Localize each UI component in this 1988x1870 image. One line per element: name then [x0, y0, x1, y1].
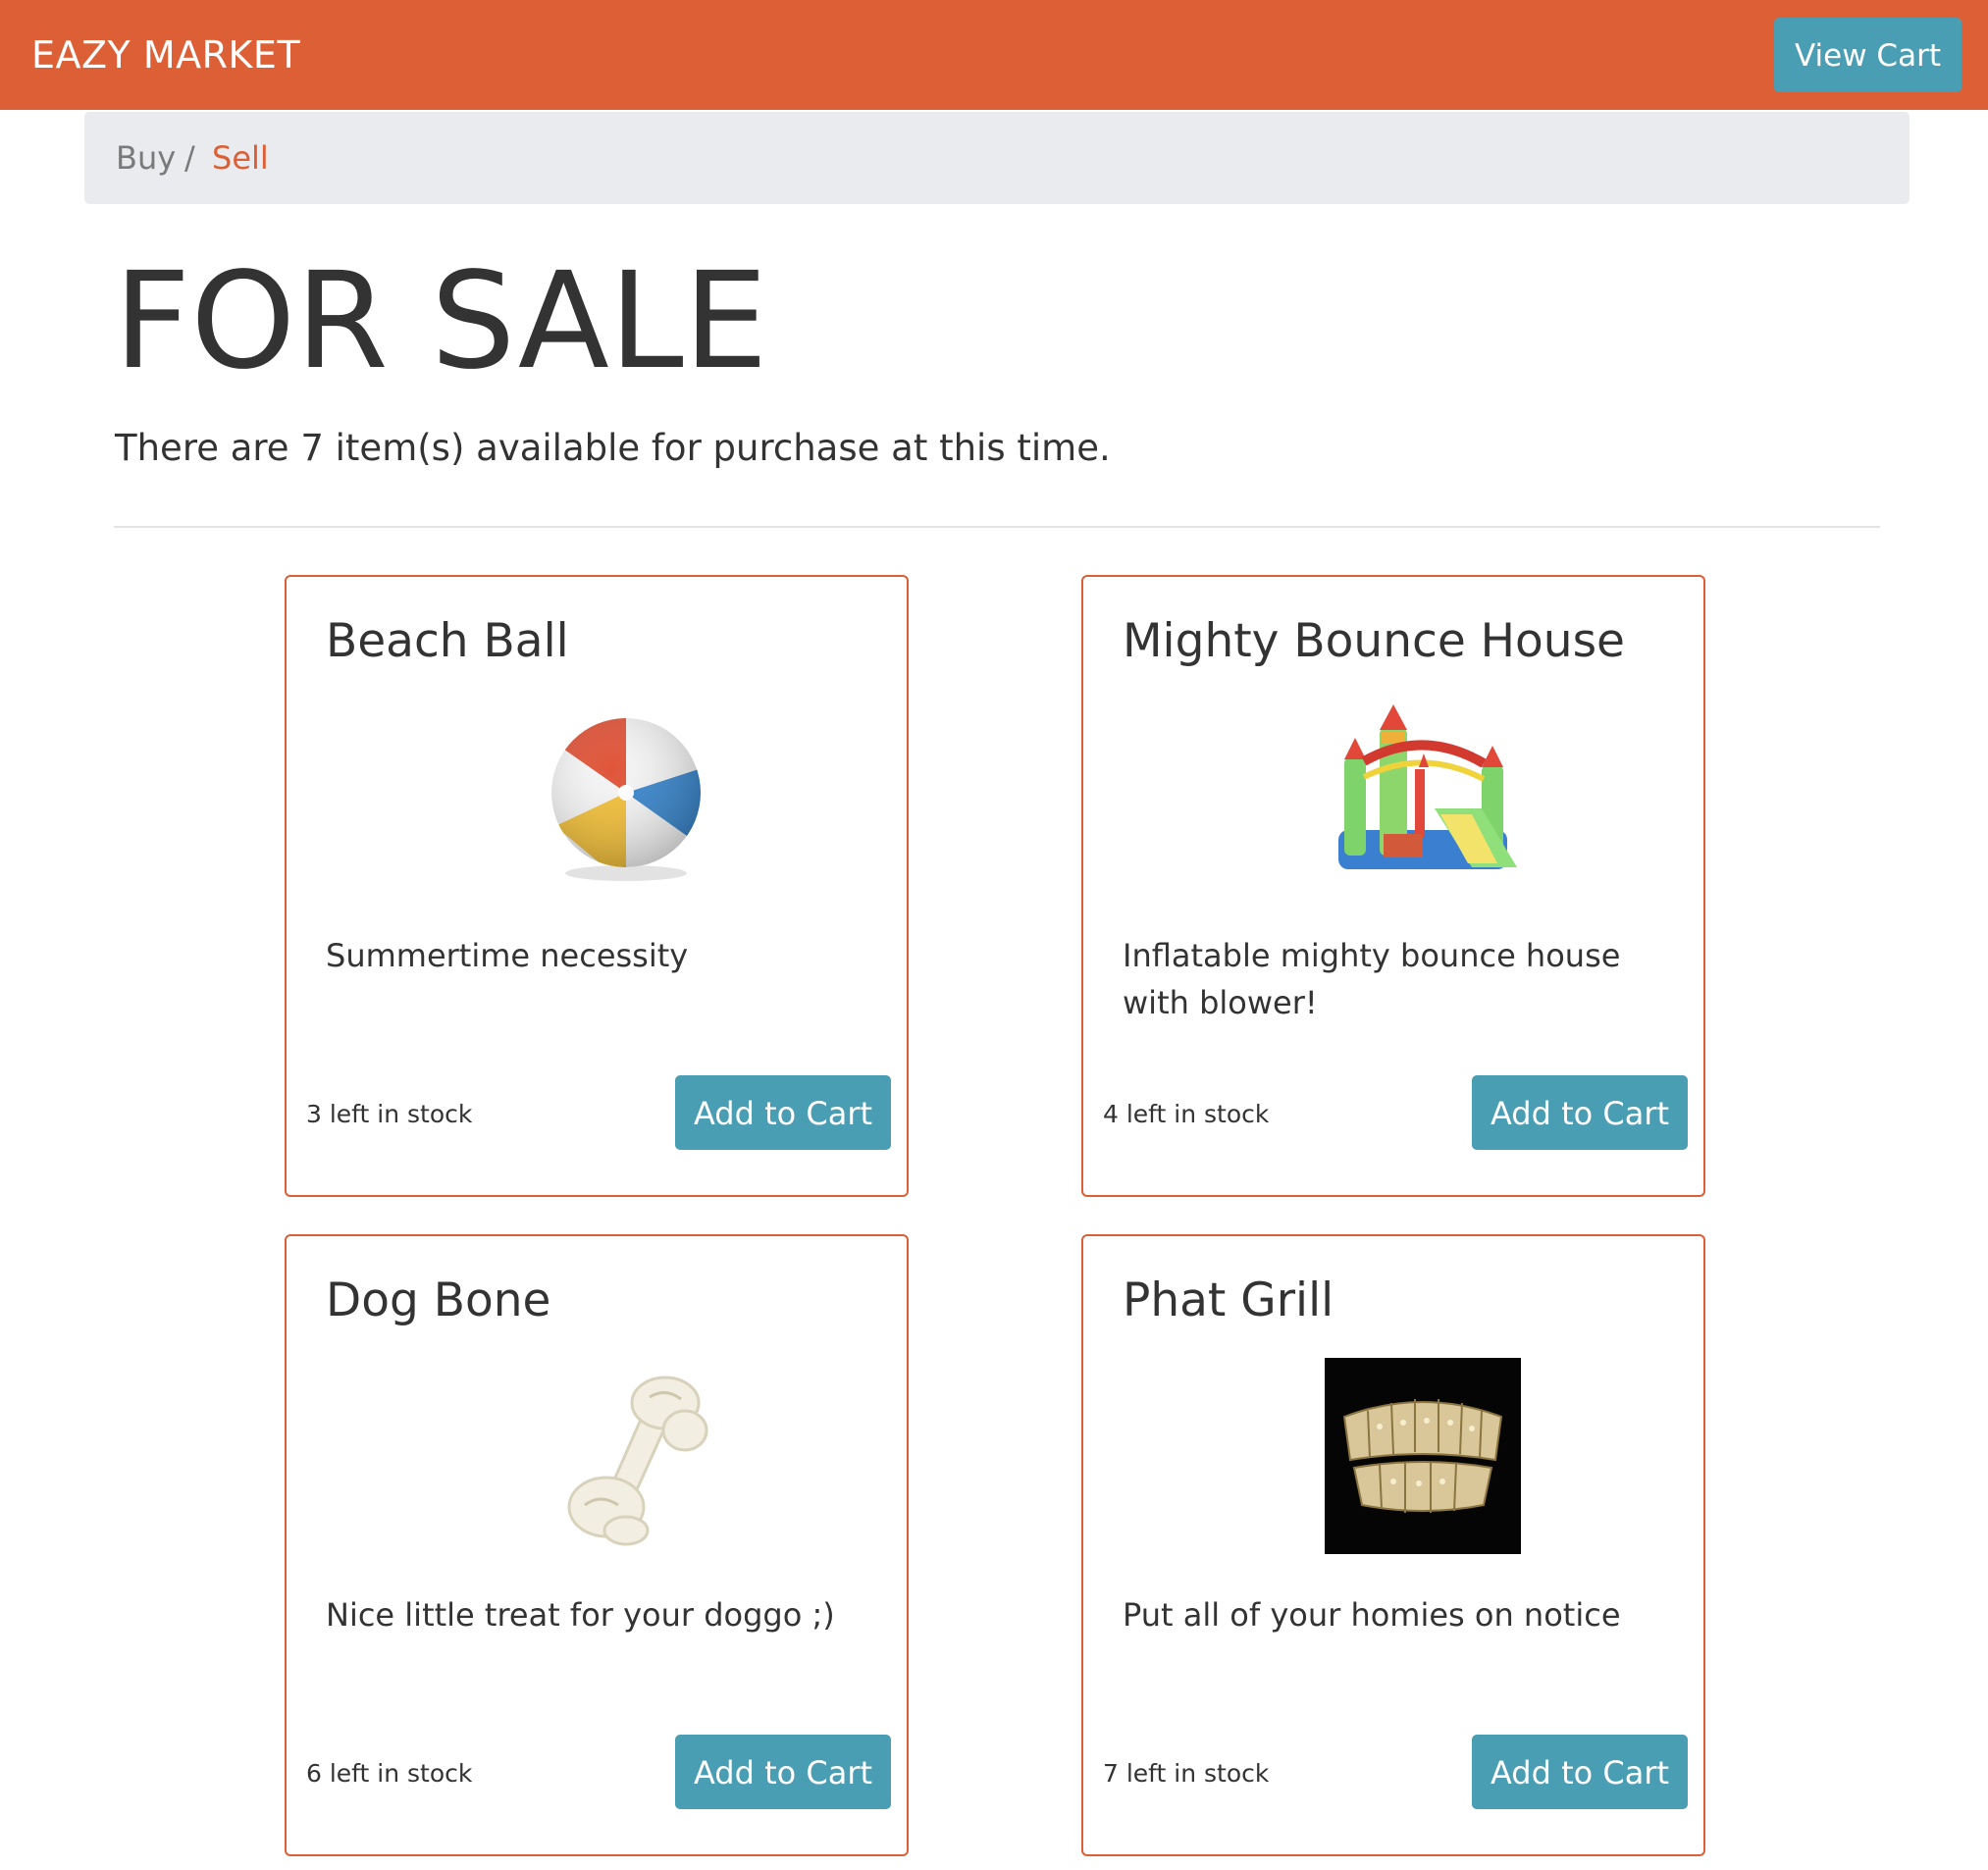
product-card-dog-bone: Dog Bone Nice little treat for your dogg… [285, 1234, 909, 1856]
grill-image [1325, 1358, 1521, 1554]
breadcrumb: Buy / Sell [84, 112, 1910, 204]
breadcrumb-sell-link[interactable]: Sell [212, 112, 269, 204]
breadcrumb-buy-link[interactable]: Buy [116, 112, 176, 204]
page-title: FOR SALE [114, 244, 768, 399]
product-description: Put all of your homies on notice [1123, 1596, 1621, 1634]
product-card-phat-grill: Phat Grill Put all of your homies on not… [1081, 1234, 1705, 1856]
product-title: Mighty Bounce House [1123, 614, 1625, 668]
product-description: Nice little treat for your doggo ;) [326, 1596, 835, 1634]
add-to-cart-button[interactable]: Add to Cart [1472, 1075, 1688, 1150]
stock-count: 4 left in stock [1103, 1100, 1270, 1128]
product-description: Inflatable mighty bounce house with blow… [1123, 937, 1621, 1021]
items-available-text: There are 7 item(s) available for purcha… [115, 427, 1111, 469]
add-to-cart-button[interactable]: Add to Cart [1472, 1735, 1688, 1809]
view-cart-button[interactable]: View Cart [1774, 18, 1962, 92]
product-title: Dog Bone [326, 1273, 551, 1327]
product-card-beach-ball: Beach Ball Summertime necessity 3 left i… [285, 575, 909, 1197]
divider [114, 526, 1880, 528]
dog-bone-image [567, 1376, 708, 1546]
breadcrumb-separator: / [184, 139, 195, 177]
brand-logo[interactable]: EAZY MARKET [31, 29, 300, 80]
stock-count: 6 left in stock [306, 1759, 473, 1788]
bounce-house-image [1338, 704, 1517, 869]
product-title: Beach Ball [326, 614, 569, 668]
product-title: Phat Grill [1123, 1273, 1334, 1327]
top-navbar: EAZY MARKET View Cart [0, 0, 1988, 110]
add-to-cart-button[interactable]: Add to Cart [675, 1075, 891, 1150]
stock-count: 7 left in stock [1103, 1759, 1270, 1788]
stock-count: 3 left in stock [306, 1100, 473, 1128]
product-description: Summertime necessity [326, 937, 689, 974]
product-card-bounce-house: Mighty Bounce House Inflatable mighty bo… [1081, 575, 1705, 1197]
add-to-cart-button[interactable]: Add to Cart [675, 1735, 891, 1809]
beach-ball-image [551, 718, 701, 881]
